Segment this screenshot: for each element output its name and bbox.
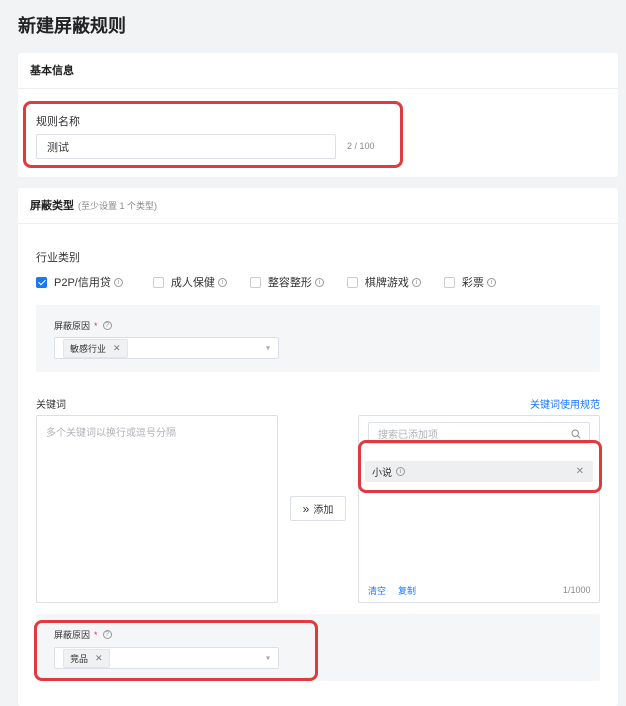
add-keywords-button[interactable]: » 添加	[290, 496, 346, 521]
checkbox-icon[interactable]	[152, 276, 164, 288]
industry-category-list: P2P/信用贷 i 成人保健 i 整容整形 i 棋牌游戏 i 彩票 i	[36, 274, 519, 290]
info-icon: i	[314, 277, 324, 287]
info-icon: i	[486, 277, 496, 287]
required-mark: *	[94, 320, 98, 331]
checkbox-checked-icon[interactable]	[36, 276, 47, 288]
tag-close-icon[interactable]: ✕	[95, 653, 103, 664]
info-icon: i	[396, 467, 405, 476]
category-label: 彩票	[461, 277, 484, 289]
basic-info-title: 基本信息	[30, 65, 74, 77]
required-mark: *	[94, 629, 98, 640]
info-icon: i	[411, 277, 421, 287]
reason-tag-label: 敏感行业	[70, 343, 107, 354]
block-type-hint: (至少设置 1 个类型)	[78, 201, 158, 211]
keyword-item[interactable]: 小说 i ✕	[365, 461, 593, 482]
block-type-title: 屏蔽类型	[30, 200, 74, 212]
category-cosmetic-surgery[interactable]: 整容整形 i	[249, 274, 324, 290]
checkbox-icon[interactable]	[249, 276, 261, 288]
chevron-down-icon: ▾	[265, 343, 270, 353]
industry-reason-label-row: 屏蔽原因 * ?	[54, 319, 112, 332]
keyword-reason-label: 屏蔽原因	[54, 630, 91, 640]
search-icon	[571, 429, 581, 439]
chevron-down-icon: ▾	[265, 653, 270, 663]
category-label: P2P/信用贷	[54, 277, 111, 289]
reason-tag: 竞品 ✕	[63, 648, 110, 668]
remove-keyword-icon[interactable]: ✕	[576, 466, 584, 477]
keyword-guide-link[interactable]: 关键词使用规范	[530, 396, 600, 411]
industry-reason-label: 屏蔽原因	[54, 321, 91, 331]
add-button-label: 添加	[313, 505, 334, 516]
rule-name-input[interactable]: 测试	[36, 134, 336, 159]
category-label: 成人保健	[170, 277, 215, 289]
keyword-item-label: 小说	[372, 468, 392, 479]
help-icon[interactable]: ?	[102, 630, 112, 639]
category-p2p[interactable]: P2P/信用贷 i	[36, 274, 123, 290]
search-placeholder: 搜索已添加项	[378, 429, 438, 441]
category-card-games[interactable]: 棋牌游戏 i	[346, 274, 421, 290]
category-label: 整容整形	[267, 277, 312, 289]
block-type-header: 屏蔽类型 (至少设置 1 个类型)	[18, 188, 618, 224]
info-icon: i	[113, 277, 123, 287]
page-title: 新建屏蔽规则	[18, 16, 126, 36]
keyword-reason-label-row: 屏蔽原因 * ?	[54, 628, 112, 641]
category-lottery[interactable]: 彩票 i	[443, 274, 496, 290]
help-icon[interactable]: ?	[102, 321, 112, 330]
reason-tag-label: 竞品	[70, 653, 89, 664]
keywords-counter: 1/1000	[563, 585, 591, 595]
added-keywords-search[interactable]: 搜索已添加项	[368, 422, 590, 444]
rule-name-counter: 2 / 100	[347, 141, 375, 151]
double-chevron-right-icon: »	[302, 501, 310, 516]
industry-label: 行业类别	[36, 252, 80, 264]
keywords-label: 关键词	[36, 400, 66, 411]
copy-link[interactable]: 复制	[398, 584, 416, 597]
rule-name-value: 测试	[47, 141, 69, 154]
industry-reason-select[interactable]: 敏感行业 ✕ ▾	[54, 337, 279, 359]
reason-tag: 敏感行业 ✕	[63, 338, 128, 358]
keyword-reason-select[interactable]: 竞品 ✕ ▾	[54, 647, 279, 669]
category-label: 棋牌游戏	[364, 277, 409, 289]
info-icon: i	[217, 277, 227, 287]
basic-info-header: 基本信息	[18, 53, 618, 89]
category-adult-health[interactable]: 成人保健 i	[152, 274, 227, 290]
clear-link[interactable]: 清空	[368, 584, 386, 597]
keywords-placeholder: 多个关键词以换行或逗号分隔	[46, 428, 176, 439]
keywords-textarea[interactable]: 多个关键词以换行或逗号分隔	[36, 415, 278, 603]
tag-close-icon[interactable]: ✕	[113, 343, 121, 354]
checkbox-icon[interactable]	[346, 276, 358, 288]
rule-name-label: 规则名称	[36, 116, 80, 128]
checkbox-icon[interactable]	[443, 276, 455, 288]
